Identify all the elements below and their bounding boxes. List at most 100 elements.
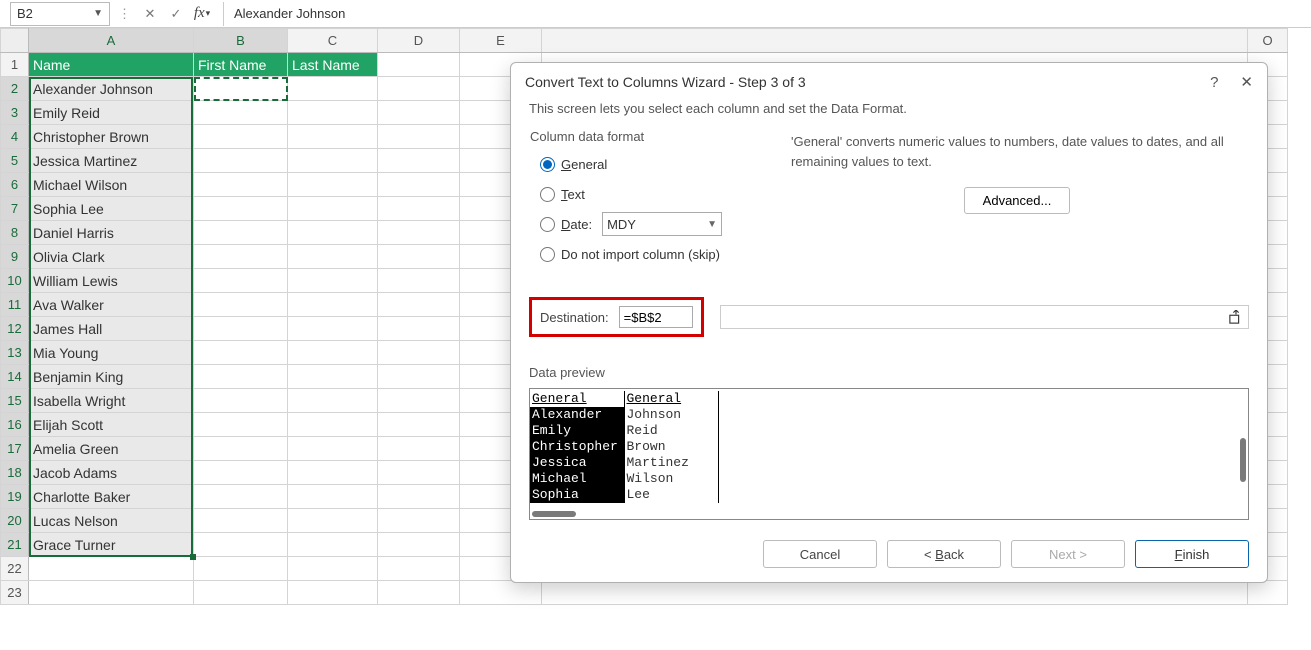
col-header-E[interactable]: E [460,29,542,53]
cell-A9[interactable]: Olivia Clark [29,245,194,269]
cell-D22[interactable] [378,557,460,581]
cell-C21[interactable] [288,533,378,557]
cell-B17[interactable] [194,437,288,461]
cancel-button[interactable]: Cancel [763,540,877,568]
cell-C13[interactable] [288,341,378,365]
insert-function-button[interactable]: fx▾ [191,3,213,25]
cell-C5[interactable] [288,149,378,173]
cell-B2[interactable] [194,77,288,101]
preview-cell[interactable]: Christopher [530,439,624,455]
cell-B13[interactable] [194,341,288,365]
row-header-5[interactable]: 5 [1,149,29,173]
preview-cell[interactable]: Alexander [530,407,624,423]
cell-A20[interactable]: Lucas Nelson [29,509,194,533]
col-header-A[interactable]: A [29,29,194,53]
col-header-O[interactable]: O [1248,29,1288,53]
radio-skip-label[interactable]: Do not import column (skip) [561,247,720,262]
cell-B19[interactable] [194,485,288,509]
cell-B3[interactable] [194,101,288,125]
cell-A1[interactable]: Name [29,53,194,77]
cell-D4[interactable] [378,125,460,149]
cell-B10[interactable] [194,269,288,293]
preview-cell[interactable]: Brown [624,439,718,455]
cell-D15[interactable] [378,389,460,413]
cell-C15[interactable] [288,389,378,413]
dialog-titlebar[interactable]: Convert Text to Columns Wizard - Step 3 … [511,63,1267,97]
cell-D16[interactable] [378,413,460,437]
cell-C22[interactable] [288,557,378,581]
cell-B23[interactable] [194,581,288,605]
preview-hdr-2[interactable]: General [624,391,718,407]
cell-B11[interactable] [194,293,288,317]
chevron-down-icon[interactable]: ▼ [93,8,103,19]
cell-C23[interactable] [288,581,378,605]
cell-D3[interactable] [378,101,460,125]
radio-date[interactable] [540,217,555,232]
preview-cell[interactable]: Jessica [530,455,624,471]
row-header-22[interactable]: 22 [1,557,29,581]
cell-D13[interactable] [378,341,460,365]
cell-B22[interactable] [194,557,288,581]
row-header-11[interactable]: 11 [1,293,29,317]
cell-A19[interactable]: Charlotte Baker [29,485,194,509]
selection-handle[interactable] [190,554,196,560]
cell-D10[interactable] [378,269,460,293]
cell-B14[interactable] [194,365,288,389]
cell-A14[interactable]: Benjamin King [29,365,194,389]
cell-A2[interactable]: Alexander Johnson [29,77,194,101]
radio-general-label[interactable]: General [561,157,607,172]
row-header-4[interactable]: 4 [1,125,29,149]
cell-C17[interactable] [288,437,378,461]
cell-D12[interactable] [378,317,460,341]
preview-cell[interactable]: Sophia [530,487,624,503]
row-header-23[interactable]: 23 [1,581,29,605]
cell-B8[interactable] [194,221,288,245]
select-all-corner[interactable] [1,29,29,53]
preview-box[interactable]: GeneralGeneral AlexanderJohnsonEmilyReid… [529,388,1249,520]
row-header-12[interactable]: 12 [1,317,29,341]
cell-C3[interactable] [288,101,378,125]
cell-C10[interactable] [288,269,378,293]
preview-vscroll[interactable] [1240,438,1246,482]
row-header-20[interactable]: 20 [1,509,29,533]
cell-A21[interactable]: Grace Turner [29,533,194,557]
cell-C6[interactable] [288,173,378,197]
cell-A11[interactable]: Ava Walker [29,293,194,317]
cell-A16[interactable]: Elijah Scott [29,413,194,437]
cell-D5[interactable] [378,149,460,173]
row-header-7[interactable]: 7 [1,197,29,221]
radio-date-label[interactable]: Date: [561,217,592,232]
cell-C14[interactable] [288,365,378,389]
advanced-button[interactable]: Advanced... [964,187,1071,214]
cell-B12[interactable] [194,317,288,341]
help-button[interactable]: ? [1210,74,1218,91]
cell-C7[interactable] [288,197,378,221]
cell-D6[interactable] [378,173,460,197]
finish-button[interactable]: Finish [1135,540,1249,568]
cell-B4[interactable] [194,125,288,149]
cell-D8[interactable] [378,221,460,245]
destination-input[interactable] [619,306,693,328]
cell-B15[interactable] [194,389,288,413]
cell-D17[interactable] [378,437,460,461]
cell-B5[interactable] [194,149,288,173]
cell-B16[interactable] [194,413,288,437]
cell-D21[interactable] [378,533,460,557]
cell-B21[interactable] [194,533,288,557]
cell-D9[interactable] [378,245,460,269]
range-picker-icon[interactable] [1228,309,1244,325]
cell-A3[interactable]: Emily Reid [29,101,194,125]
cell-D2[interactable] [378,77,460,101]
radio-text-label[interactable]: Text [561,187,585,202]
row-header-14[interactable]: 14 [1,365,29,389]
cell-D20[interactable] [378,509,460,533]
row-header-1[interactable]: 1 [1,53,29,77]
cell-A6[interactable]: Michael Wilson [29,173,194,197]
row-header-3[interactable]: 3 [1,101,29,125]
col-header-B[interactable]: B [194,29,288,53]
row-header-21[interactable]: 21 [1,533,29,557]
preview-cell[interactable]: Wilson [624,471,718,487]
row-header-16[interactable]: 16 [1,413,29,437]
cell-A12[interactable]: James Hall [29,317,194,341]
cell-A17[interactable]: Amelia Green [29,437,194,461]
